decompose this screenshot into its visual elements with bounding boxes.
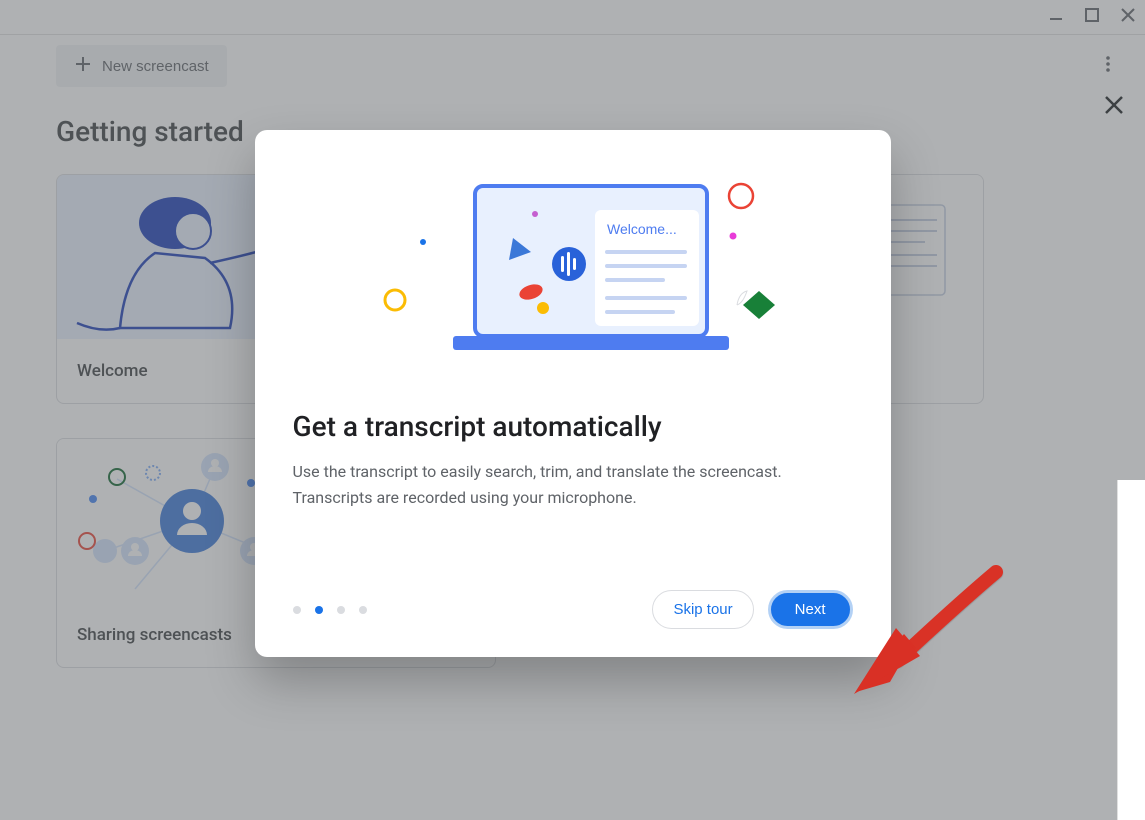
next-button[interactable]: Next (768, 590, 853, 629)
modal-illus-text: Welcome... (607, 221, 677, 237)
step-dot-4 (359, 606, 367, 614)
modal-illustration: Welcome... (255, 130, 891, 410)
modal-description: Use the transcript to easily search, tri… (293, 459, 833, 510)
side-panel (1117, 480, 1145, 820)
step-dot-2 (315, 606, 323, 614)
step-dot-1 (293, 606, 301, 614)
close-overlay-button[interactable] (1099, 90, 1129, 124)
close-icon (1103, 101, 1125, 120)
onboarding-modal: Welcome... Get a transcript automaticall… (255, 130, 891, 657)
step-dot-3 (337, 606, 345, 614)
step-indicator (293, 606, 367, 614)
modal-title: Get a transcript automatically (293, 410, 853, 443)
skip-tour-button[interactable]: Skip tour (652, 590, 753, 629)
